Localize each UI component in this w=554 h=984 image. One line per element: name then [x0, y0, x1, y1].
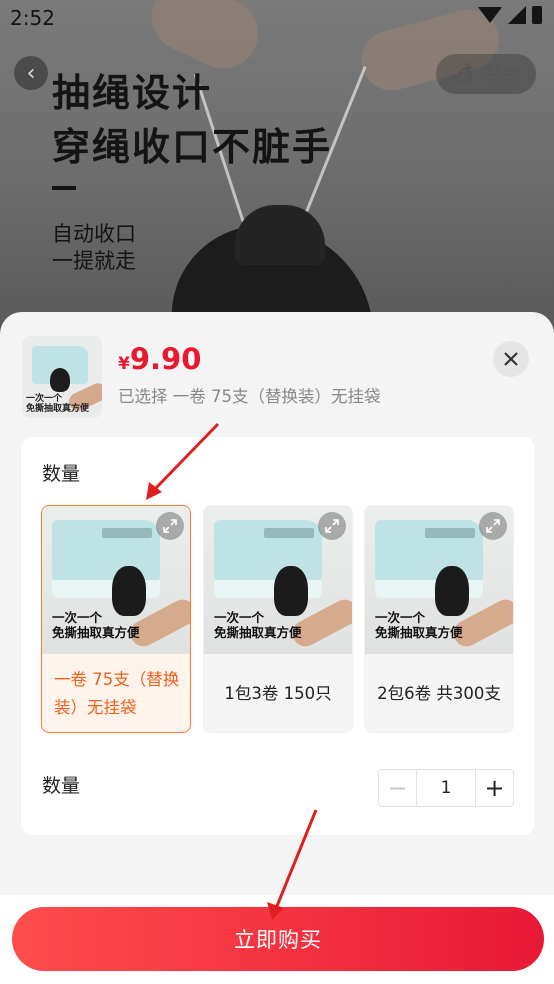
quantity-stepper: − 1 + [378, 769, 514, 807]
spec-title: 数量 [42, 463, 81, 485]
close-button[interactable] [493, 341, 529, 377]
option-label: 一卷 75支（替换装）无挂袋 [54, 670, 180, 717]
expand-arrows-icon [325, 519, 339, 533]
hero-divider [52, 186, 76, 190]
quantity-value[interactable]: 1 [417, 770, 475, 806]
currency-symbol: ¥ [118, 354, 130, 374]
caption-line: 免撕抽取真方便 [214, 625, 302, 640]
option-image-caption: 一次一个 免撕抽取真方便 [52, 610, 140, 640]
option-label: 2包6卷 共300支 [377, 684, 501, 703]
caption-line: 一次一个 [214, 610, 265, 625]
bag-shape [50, 368, 70, 392]
decrement-button[interactable]: − [379, 770, 417, 806]
hero-subline: 自动收口 [52, 222, 136, 246]
product-thumbnail[interactable]: 一次一个 免撕抽取真方便 [22, 336, 102, 418]
hero-subline: 一提就走 [52, 249, 136, 273]
share-button[interactable]: 分享 [436, 54, 536, 94]
caption-line: 免撕抽取真方便 [52, 625, 140, 640]
back-button[interactable]: ‹ [14, 56, 48, 90]
battery-icon [532, 6, 542, 24]
caption-line: 免撕抽取真方便 [375, 625, 463, 640]
option-label: 1包3卷 150只 [224, 684, 332, 703]
status-time: 2:52 [10, 6, 55, 30]
quantity-title: 数量 [42, 775, 81, 797]
wifi-icon [478, 7, 502, 23]
thumb-caption-line: 一次一个 [26, 394, 63, 404]
share-label: 分享 [483, 64, 522, 87]
caption-line: 一次一个 [375, 610, 426, 625]
package-shape [52, 520, 160, 582]
price-value: 9.90 [129, 342, 202, 376]
option-image-caption: 一次一个 免撕抽取真方便 [375, 610, 463, 640]
increment-button[interactable]: + [475, 770, 513, 806]
expand-icon[interactable] [318, 512, 346, 540]
expand-arrows-icon [486, 519, 500, 533]
bag-shape [112, 566, 146, 616]
spec-option[interactable]: 一次一个 免撕抽取真方便 1包3卷 150只 [203, 505, 353, 733]
garbage-bag-shape [235, 205, 325, 265]
hero-headline: 抽绳设计 [52, 71, 213, 115]
thumb-caption: 一次一个 免撕抽取真方便 [26, 394, 89, 414]
chevron-left-icon: ‹ [26, 60, 36, 86]
selected-sku-text: 已选择 一卷 75支（替换装）无挂袋 [118, 387, 381, 406]
signal-icon [508, 6, 526, 24]
option-image: 一次一个 免撕抽取真方便 [42, 506, 190, 654]
bag-shape [435, 566, 469, 616]
caption-line: 一次一个 [52, 610, 103, 625]
bag-shape [274, 566, 308, 616]
product-hero-image: 抽绳设计 穿绳收口不脏手 自动收口 一提就走 [0, 0, 554, 330]
expand-icon[interactable] [156, 512, 184, 540]
share-icon [453, 62, 473, 83]
option-image-caption: 一次一个 免撕抽取真方便 [214, 610, 302, 640]
bottom-action-bar: 立即购买 [0, 895, 554, 984]
expand-icon[interactable] [479, 512, 507, 540]
buy-now-button[interactable]: 立即购买 [12, 907, 544, 971]
package-shape [214, 520, 322, 582]
status-icons [478, 6, 542, 24]
close-icon [504, 352, 518, 366]
thumb-caption-line: 免撕抽取真方便 [26, 404, 90, 414]
spec-option[interactable]: 一次一个 免撕抽取真方便 一卷 75支（替换装）无挂袋 [41, 505, 191, 733]
expand-arrows-icon [163, 519, 177, 533]
option-image: 一次一个 免撕抽取真方便 [365, 506, 513, 654]
package-shape [375, 520, 483, 582]
option-image: 一次一个 免撕抽取真方便 [204, 506, 352, 654]
spec-option[interactable]: 一次一个 免撕抽取真方便 2包6卷 共300支 [364, 505, 514, 733]
sku-selection-sheet: 一次一个 免撕抽取真方便 ¥9.90 已选择 一卷 75支（替换装）无挂袋 数量… [0, 312, 554, 984]
price: ¥9.90 [118, 342, 201, 376]
hero-headline: 穿绳收口不脏手 [52, 125, 333, 169]
